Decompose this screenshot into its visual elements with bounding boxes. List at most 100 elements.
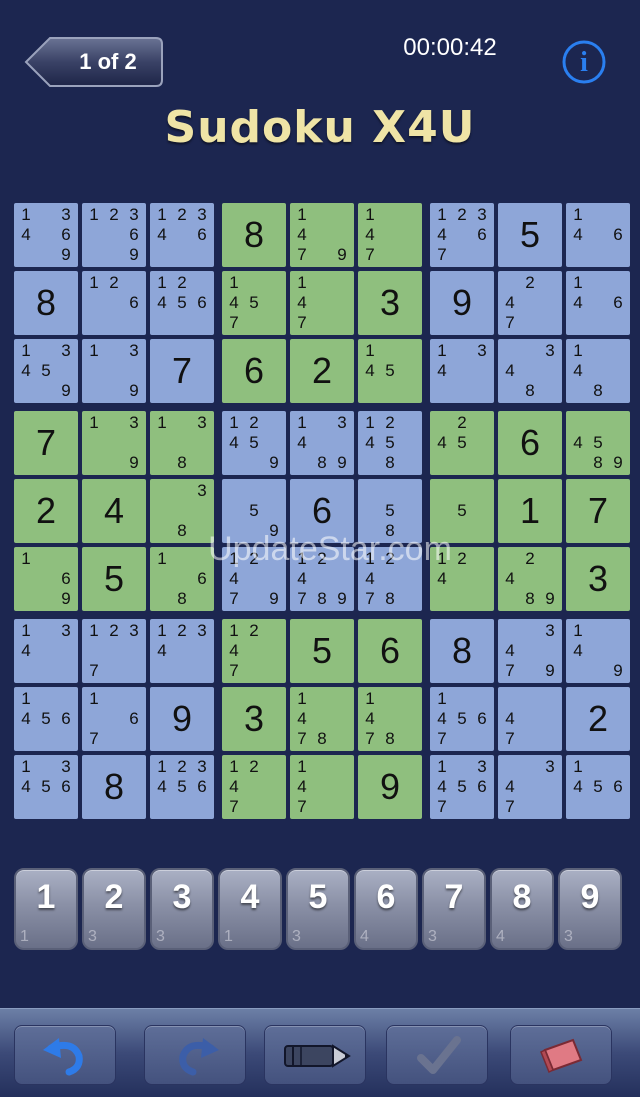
board-cell[interactable]: 123 4 6: [150, 203, 214, 267]
board-cell[interactable]: 3 47: [498, 755, 562, 819]
board-cell[interactable]: 1456: [566, 755, 630, 819]
board-cell[interactable]: 123 7: [82, 619, 146, 683]
board-cell[interactable]: 3: [222, 687, 286, 751]
board-cell[interactable]: 2: [14, 479, 78, 543]
board-cell[interactable]: 9: [430, 271, 494, 335]
board-cell[interactable]: 147: [358, 203, 422, 267]
number-key-2[interactable]: 23: [82, 868, 146, 950]
board-cell[interactable]: 1 3 4: [14, 619, 78, 683]
board-cell[interactable]: 148: [566, 339, 630, 403]
cell-value: 5: [103, 558, 125, 599]
board-cell[interactable]: 1457: [222, 271, 286, 335]
board-cell[interactable]: 47: [498, 687, 562, 751]
number-key-5[interactable]: 53: [286, 868, 350, 950]
board-cell[interactable]: 1 3 9: [82, 339, 146, 403]
board-cell[interactable]: 5: [82, 547, 146, 611]
pencil-mark: 3: [197, 481, 207, 500]
board-cell[interactable]: 1 3 489: [290, 411, 354, 475]
board-cell[interactable]: 1 3 4 69: [14, 203, 78, 267]
board-cell[interactable]: 147: [290, 755, 354, 819]
number-key-7[interactable]: 73: [422, 868, 486, 950]
board-cell[interactable]: 147: [290, 271, 354, 335]
board-cell[interactable]: 2: [290, 339, 354, 403]
pencil-mark: 6: [129, 225, 139, 244]
board-cell[interactable]: 1 3 9: [82, 411, 146, 475]
board-cell[interactable]: 1 3 456 7: [430, 755, 494, 819]
number-key-count: 1: [20, 928, 29, 945]
number-key-9[interactable]: 93: [558, 868, 622, 950]
board-cell[interactable]: 1 3 8: [150, 411, 214, 475]
number-key-1[interactable]: 11: [14, 868, 78, 950]
check-button[interactable]: [386, 1025, 488, 1085]
number-key-count: 3: [564, 928, 573, 945]
board-cell[interactable]: 9: [150, 687, 214, 751]
number-key-8[interactable]: 84: [490, 868, 554, 950]
board-cell[interactable]: 123 456: [150, 755, 214, 819]
pencil-mark: 4: [297, 777, 307, 796]
board-cell[interactable]: 1 6 7: [82, 687, 146, 751]
board-cell[interactable]: 3: [566, 547, 630, 611]
board-cell[interactable]: 1 3 459: [14, 339, 78, 403]
board-cell[interactable]: 9: [358, 755, 422, 819]
board-cell[interactable]: 7: [150, 339, 214, 403]
board-cell[interactable]: 5: [498, 203, 562, 267]
cell-value: 3: [243, 698, 265, 739]
board-cell[interactable]: 7: [566, 479, 630, 543]
board-cell[interactable]: 1456: [14, 687, 78, 751]
board-cell[interactable]: 123 4: [150, 619, 214, 683]
board-cell[interactable]: 8: [82, 755, 146, 819]
board-cell[interactable]: 4589: [566, 411, 630, 475]
undo-button[interactable]: [14, 1025, 116, 1085]
board-cell[interactable]: 1478: [358, 687, 422, 751]
cell-value: 7: [171, 350, 193, 391]
redo-arrow-icon: [179, 1038, 219, 1076]
board-cell[interactable]: 12458: [358, 411, 422, 475]
board-cell[interactable]: 1456 7: [430, 687, 494, 751]
board-cell[interactable]: 145: [358, 339, 422, 403]
board-cell[interactable]: 7: [14, 411, 78, 475]
board-cell[interactable]: 126: [82, 271, 146, 335]
board-cell[interactable]: 247: [498, 271, 562, 335]
board-cell[interactable]: 8: [222, 203, 286, 267]
pencil-mark: 6: [197, 569, 207, 588]
board-cell[interactable]: 2: [566, 687, 630, 751]
pencil-mark: 9: [61, 589, 71, 608]
board-cell[interactable]: 12369: [82, 203, 146, 267]
board-cell[interactable]: 3 47 9: [498, 619, 562, 683]
board-cell[interactable]: 6: [498, 411, 562, 475]
board-cell[interactable]: 14 9: [566, 619, 630, 683]
board-cell[interactable]: 1 69: [14, 547, 78, 611]
board-cell[interactable]: 5: [290, 619, 354, 683]
board-cell[interactable]: 3: [358, 271, 422, 335]
info-button[interactable]: i: [560, 38, 608, 86]
board-cell[interactable]: 6: [222, 339, 286, 403]
pencil-mark: 1: [365, 413, 375, 432]
board-cell[interactable]: 123 4 6 7: [430, 203, 494, 267]
board-cell[interactable]: 1 3 456: [14, 755, 78, 819]
number-key-6[interactable]: 64: [354, 868, 418, 950]
board-cell[interactable]: 3 48: [498, 339, 562, 403]
board-cell[interactable]: 12459: [222, 411, 286, 475]
pencil-button[interactable]: [264, 1025, 366, 1085]
board-cell[interactable]: 1247: [222, 619, 286, 683]
board-cell[interactable]: 14 6: [566, 271, 630, 335]
board-cell[interactable]: 2489: [498, 547, 562, 611]
pencil-mark: 8: [525, 381, 535, 400]
back-button[interactable]: 1 of 2: [24, 36, 164, 88]
board-cell[interactable]: 12456: [150, 271, 214, 335]
number-key-3[interactable]: 33: [150, 868, 214, 950]
board-cell[interactable]: 1: [498, 479, 562, 543]
board-cell[interactable]: 4: [82, 479, 146, 543]
board-cell[interactable]: 1247: [222, 755, 286, 819]
board-cell[interactable]: 6: [358, 619, 422, 683]
board-cell[interactable]: 1 3 4: [430, 339, 494, 403]
board-cell[interactable]: 1478: [290, 687, 354, 751]
redo-button[interactable]: [144, 1025, 246, 1085]
board-cell[interactable]: 8: [14, 271, 78, 335]
number-key-4[interactable]: 41: [218, 868, 282, 950]
board-cell[interactable]: 14 6: [566, 203, 630, 267]
board-cell[interactable]: 147 9: [290, 203, 354, 267]
eraser-button[interactable]: [510, 1025, 612, 1085]
board-cell[interactable]: 245: [430, 411, 494, 475]
board-cell[interactable]: 8: [430, 619, 494, 683]
